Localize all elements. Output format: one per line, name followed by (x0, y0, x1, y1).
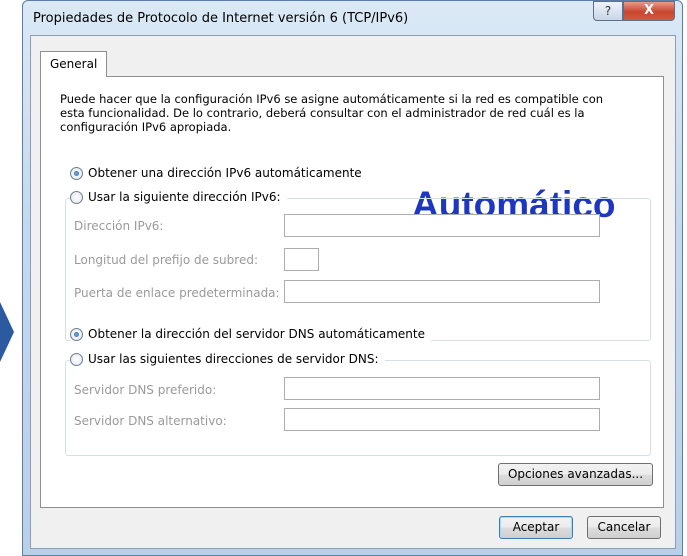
preferred-dns-label: Servidor DNS preferido: (74, 383, 217, 397)
ipv6-address-input[interactable] (284, 214, 600, 237)
title-bar: Propiedades de Protocolo de Internet ver… (23, 1, 682, 35)
dialog-window: Propiedades de Protocolo de Internet ver… (22, 0, 683, 556)
radio-ip-auto[interactable]: Obtener una dirección IPv6 automáticamen… (70, 166, 368, 180)
subnet-prefix-label: Longitud del prefijo de subred: (74, 253, 258, 267)
alternate-dns-label: Servidor DNS alternativo: (74, 414, 227, 428)
description-text: Puede hacer que la configuración IPv6 se… (60, 92, 604, 134)
radio-ip-manual-label: Usar la siguiente dirección IPv6: (88, 190, 281, 204)
tab-general[interactable]: General (40, 51, 108, 77)
radio-ip-manual-indicator[interactable] (70, 190, 83, 204)
default-gateway-input[interactable] (284, 280, 600, 303)
radio-dns-manual-indicator[interactable] (70, 352, 83, 366)
help-button[interactable]: ? (593, 1, 623, 21)
dialog-client-area: General Puede hacer que la configuración… (30, 35, 676, 549)
chevron-right-icon (0, 302, 14, 362)
radio-dns-manual[interactable]: Usar las siguientes direcciones de servi… (70, 352, 385, 366)
window-title: Propiedades de Protocolo de Internet ver… (33, 11, 409, 26)
radio-ip-auto-label: Obtener una dirección IPv6 automáticamen… (88, 166, 362, 180)
subnet-prefix-input[interactable] (284, 248, 319, 271)
radio-dns-auto-label: Obtener la dirección del servidor DNS au… (88, 327, 425, 341)
tab-panel-general: Puede hacer que la configuración IPv6 se… (40, 76, 664, 508)
radio-dns-auto[interactable]: Obtener la dirección del servidor DNS au… (70, 327, 431, 341)
advanced-options-button[interactable]: Opciones avanzadas... (498, 463, 653, 486)
radio-dns-auto-indicator[interactable] (70, 327, 83, 341)
radio-ip-manual[interactable]: Usar la siguiente dirección IPv6: (70, 190, 287, 204)
radio-ip-auto-indicator[interactable] (70, 166, 83, 180)
close-button[interactable]: X (623, 1, 675, 21)
ipv6-address-label: Dirección IPv6: (74, 219, 164, 233)
accept-button[interactable]: Aceptar (499, 516, 573, 539)
preferred-dns-input[interactable] (284, 377, 600, 400)
default-gateway-label: Puerta de enlace predeterminada: (74, 286, 280, 300)
cancel-button[interactable]: Cancelar (587, 516, 661, 539)
radio-dns-manual-label: Usar las siguientes direcciones de servi… (88, 352, 379, 366)
alternate-dns-input[interactable] (284, 408, 600, 431)
